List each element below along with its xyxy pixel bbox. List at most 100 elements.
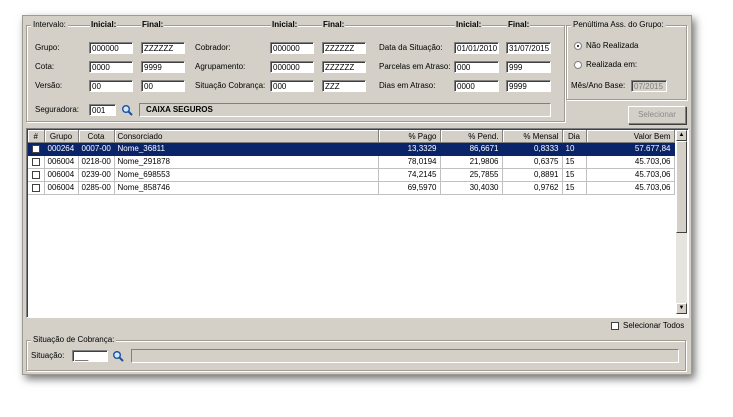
row-checkbox-cell[interactable] xyxy=(28,181,45,195)
scroll-up-icon[interactable]: ▲ xyxy=(676,130,687,141)
cell-pend: 25,7855 xyxy=(440,168,503,182)
agrupamento-final-input[interactable]: ZZZZZZ xyxy=(322,61,366,73)
cobrador-label: Cobrador: xyxy=(195,43,231,52)
cell-dia: 10 xyxy=(562,142,587,156)
penultima-legend: Penúltima Ass. do Grupo: xyxy=(571,20,666,29)
cell-grupo: 000264 xyxy=(44,142,79,156)
col-header-cota[interactable]: Cota xyxy=(78,130,115,143)
situacao-cobranca-final-input[interactable]: ZZZ xyxy=(322,80,366,92)
cell-pago: 13,3329 xyxy=(378,142,441,156)
grupo-inicial-input[interactable]: 000000 xyxy=(89,42,133,54)
cell-mensal: 0,6375 xyxy=(502,155,563,169)
cell-mensal: 0,8891 xyxy=(502,168,563,182)
table-row[interactable]: 006004 0239-00 Nome_698553 74,2145 25,78… xyxy=(28,168,675,182)
row-checkbox[interactable] xyxy=(31,183,40,192)
cell-dia: 15 xyxy=(562,181,587,195)
header-final-2: Final: xyxy=(322,20,346,29)
realizada-em-label[interactable]: Realizada em: xyxy=(586,59,637,71)
intervalo-legend: Intervalo: xyxy=(31,20,68,29)
col-header-valor-bem[interactable]: Valor Bem xyxy=(586,130,675,143)
dias-atraso-inicial-input[interactable]: 0000 xyxy=(454,80,499,92)
selecionar-button[interactable]: Selecionar xyxy=(628,106,686,124)
cell-pago: 74,2145 xyxy=(378,168,441,182)
cell-pend: 30,4030 xyxy=(440,181,503,195)
row-checkbox[interactable] xyxy=(31,170,40,179)
header-final-3: Final: xyxy=(507,20,531,29)
cell-dia: 15 xyxy=(562,155,587,169)
col-header-mensal[interactable]: % Mensal xyxy=(502,130,563,143)
dias-atraso-final-input[interactable]: 9999 xyxy=(506,80,551,92)
table-row[interactable]: 006004 0218-00 Nome_291878 78,0194 21,98… xyxy=(28,155,675,169)
row-checkbox-cell[interactable] xyxy=(28,142,45,156)
selecionar-todos-checkbox[interactable] xyxy=(611,322,619,330)
cell-cota: 0218-00 xyxy=(78,155,115,169)
cell-consorciado: Nome_291878 xyxy=(114,155,379,169)
cota-inicial-input[interactable]: 0000 xyxy=(89,61,133,73)
situacao-search-icon[interactable] xyxy=(112,350,124,362)
row-checkbox[interactable] xyxy=(31,157,40,166)
seguradora-search-icon[interactable] xyxy=(121,104,133,116)
header-final-1: Final: xyxy=(141,20,165,29)
seguradora-code-input[interactable]: 001 xyxy=(89,104,116,116)
situacao-input[interactable]: ___ xyxy=(72,350,108,362)
cell-cota: 0007-00 xyxy=(78,142,115,156)
versao-label: Versão: xyxy=(35,81,63,90)
grupo-label: Grupo: xyxy=(35,43,60,52)
col-header-dia[interactable]: Dia xyxy=(562,130,587,143)
situacao-cobranca-label: Situação Cobrança: xyxy=(195,81,266,90)
cobrador-inicial-input[interactable]: 000000 xyxy=(270,42,314,54)
seguradora-name-display: CAIXA SEGUROS xyxy=(139,103,551,117)
parcelas-atraso-label: Parcelas em Atraso: xyxy=(379,62,451,71)
cobrador-final-input[interactable]: ZZZZZZ xyxy=(322,42,366,54)
versao-final-input[interactable]: 00 xyxy=(141,80,185,92)
mes-ano-base-input[interactable]: 07/2015 xyxy=(631,80,667,92)
cell-pago: 69,5970 xyxy=(378,181,441,195)
scroll-down-icon[interactable]: ▼ xyxy=(676,303,687,314)
data-situacao-inicial-input[interactable]: 01/01/2010 xyxy=(454,42,499,54)
cell-pend: 86,6671 xyxy=(440,142,503,156)
situacao-cobranca-inicial-input[interactable]: 000 xyxy=(270,80,314,92)
nao-realizada-label[interactable]: Não Realizada xyxy=(586,40,638,52)
col-header-pend[interactable]: % Pend. xyxy=(440,130,503,143)
cell-valor-bem: 57.677,84 xyxy=(586,142,675,156)
table-row[interactable]: 000264 0007-00 Nome_36811 13,3329 86,667… xyxy=(28,142,675,156)
cell-pend: 21,9806 xyxy=(440,155,503,169)
cell-consorciado: Nome_36811 xyxy=(114,142,379,156)
realizada-em-radio[interactable] xyxy=(574,61,582,69)
table-row[interactable]: 006004 0285-00 Nome_858746 69,5970 30,40… xyxy=(28,181,675,195)
header-inicial-3: Inicial: xyxy=(455,20,483,29)
selecionar-todos-label[interactable]: Selecionar Todos xyxy=(623,320,684,332)
row-checkbox-cell[interactable] xyxy=(28,155,45,169)
cell-mensal: 0,8333 xyxy=(502,142,563,156)
col-header-check[interactable]: # xyxy=(28,130,45,143)
consorciados-grid: # Grupo Cota Consorciado % Pago % Pend. … xyxy=(26,128,689,318)
cell-consorciado: Nome_698553 xyxy=(114,168,379,182)
cell-pago: 78,0194 xyxy=(378,155,441,169)
grid-vertical-scrollbar[interactable]: ▲ ▼ xyxy=(676,130,687,314)
parcelas-atraso-inicial-input[interactable]: 000 xyxy=(454,61,499,73)
col-header-consorciado[interactable]: Consorciado xyxy=(114,130,379,143)
seguradora-label: Seguradora: xyxy=(35,105,80,114)
cell-cota: 0285-00 xyxy=(78,181,115,195)
scroll-thumb[interactable] xyxy=(676,141,687,233)
grid-header-row: # Grupo Cota Consorciado % Pago % Pend. … xyxy=(28,130,675,143)
cota-final-input[interactable]: 9999 xyxy=(141,61,185,73)
row-checkbox-cell[interactable] xyxy=(28,168,45,182)
cell-grupo: 006004 xyxy=(44,155,79,169)
row-checkbox[interactable] xyxy=(31,144,40,153)
cell-dia: 15 xyxy=(562,168,587,182)
parcelas-atraso-final-input[interactable]: 999 xyxy=(506,61,551,73)
data-situacao-final-input[interactable]: 31/07/2015 xyxy=(506,42,551,54)
grupo-final-input[interactable]: ZZZZZZ xyxy=(141,42,185,54)
agrupamento-inicial-input[interactable]: 000000 xyxy=(270,61,314,73)
col-header-grupo[interactable]: Grupo xyxy=(44,130,79,143)
header-inicial-1: Inicial: xyxy=(90,20,118,29)
cell-valor-bem: 45.703,06 xyxy=(586,155,675,169)
nao-realizada-radio[interactable] xyxy=(574,42,582,50)
situacao-cobranca-legend: Situação de Cobrança: xyxy=(31,335,117,344)
mes-ano-base-label: Mês/Ano Base: xyxy=(571,81,626,90)
cell-consorciado: Nome_858746 xyxy=(114,181,379,195)
col-header-pago[interactable]: % Pago xyxy=(378,130,441,143)
versao-inicial-input[interactable]: 00 xyxy=(89,80,133,92)
situacao-description-display xyxy=(131,349,679,363)
